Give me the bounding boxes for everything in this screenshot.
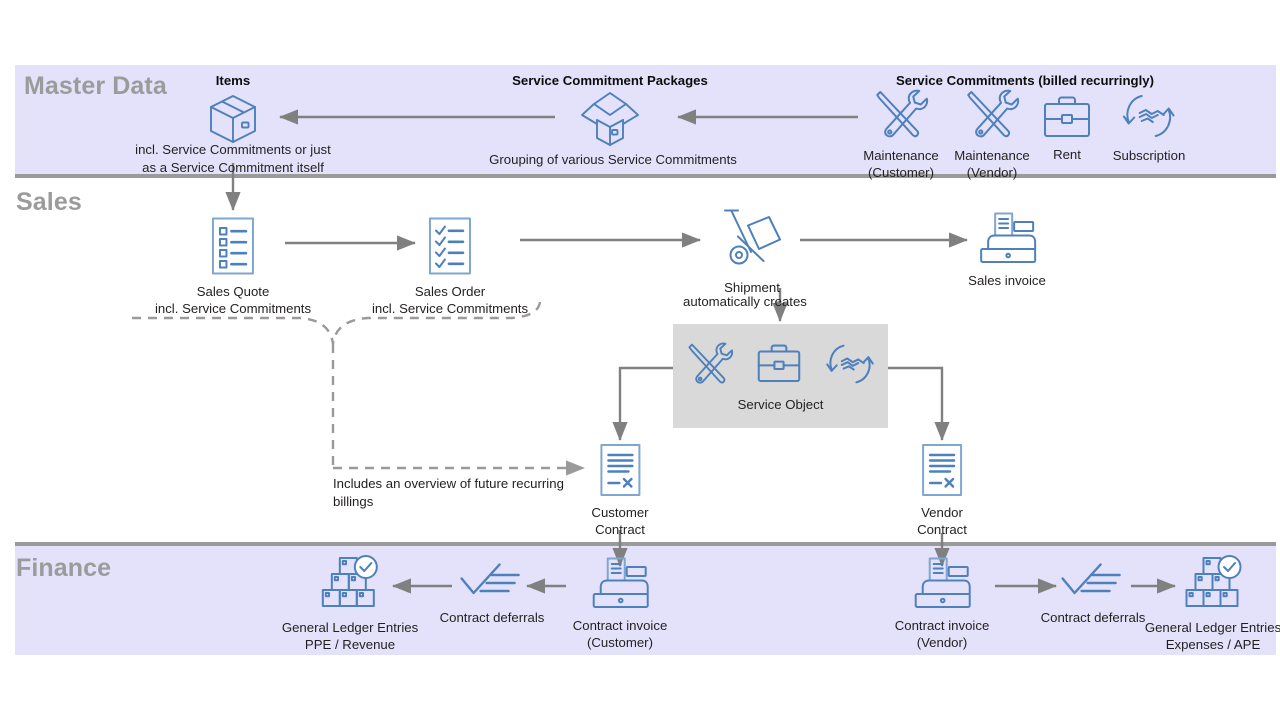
node-gl-entries-expenses: General Ledger Entries Expenses / APE <box>1141 554 1280 653</box>
annotation-automatically-creates: automatically creates <box>683 294 807 309</box>
checklist-check-icon <box>372 216 528 281</box>
tools-icon <box>686 341 734 391</box>
label-gl-entries-revenue: General Ledger Entries PPE / Revenue <box>281 620 419 653</box>
cash-register-icon <box>895 556 990 615</box>
node-gl-entries-revenue: General Ledger Entries PPE / Revenue <box>282 554 418 653</box>
service-object-icons <box>673 324 888 391</box>
label-subscription: Subscription <box>1112 148 1186 163</box>
band-rule-before-finance <box>15 542 1276 546</box>
hand-truck-icon <box>721 208 783 277</box>
band-title-master-data: Master Data <box>24 72 167 100</box>
contract-document-icon <box>917 443 967 502</box>
node-contract-invoice-vendor: Contract invoice (Vendor) <box>894 556 990 651</box>
node-subscription: Subscription <box>1112 92 1186 164</box>
label-vendor-contract: Vendor Contract <box>917 505 967 538</box>
cash-register-icon <box>573 556 668 615</box>
briefcase-icon <box>756 343 802 389</box>
header-items: Items <box>215 73 251 88</box>
label-rent: Rent <box>1053 147 1081 162</box>
label-gl-entries-expenses: General Ledger Entries Expenses / APE <box>1144 620 1280 653</box>
node-shipment: Shipment <box>721 208 783 296</box>
node-contract-deferrals-vendor: Contract deferrals <box>1040 562 1146 626</box>
label-maintenance-vendor: Maintenance (Vendor) <box>954 148 1030 181</box>
diagram-canvas: Master Data Sales Finance Items Service … <box>0 0 1280 720</box>
service-object-label: Service Object <box>737 397 824 412</box>
open-box-icon <box>579 90 641 153</box>
cash-register-icon <box>968 211 1046 270</box>
label-contract-invoice-vendor: Contract invoice (Vendor) <box>894 618 990 651</box>
node-rent: Rent <box>1042 95 1092 163</box>
briefcase-icon <box>1042 95 1092 144</box>
label-sales-quote: Sales Quote incl. Service Commitments <box>154 284 312 317</box>
node-sales-order: Sales Order incl. Service Commitments <box>372 216 528 317</box>
label-sales-order: Sales Order incl. Service Commitments <box>371 284 529 317</box>
header-service-commitment-packages: Service Commitment Packages <box>512 73 708 88</box>
node-contract-invoice-customer: Contract invoice (Customer) <box>572 556 668 651</box>
label-maintenance-customer: Maintenance (Customer) <box>863 148 939 181</box>
header-service-commitments: Service Commitments (billed recurringly) <box>896 73 1154 88</box>
ledger-blocks-icon <box>282 554 418 617</box>
checklist-square-icon <box>155 216 311 281</box>
node-maintenance-customer: Maintenance (Customer) <box>863 88 939 181</box>
node-sales-invoice: Sales invoice <box>968 211 1046 289</box>
node-sales-quote: Sales Quote incl. Service Commitments <box>155 216 311 317</box>
label-sales-invoice: Sales invoice <box>968 273 1046 288</box>
label-customer-contract: Customer Contract <box>591 505 649 538</box>
node-contract-deferrals-customer: Contract deferrals <box>439 562 545 626</box>
band-title-sales: Sales <box>16 188 82 216</box>
ledger-blocks-icon <box>1141 554 1280 617</box>
deferrals-check-icon <box>1041 562 1146 607</box>
subscription-cycle-icon <box>824 342 876 391</box>
note-service-commitment-packages: Grouping of various Service Commitments <box>489 152 737 167</box>
node-service-commitment-packages <box>579 90 641 153</box>
deferrals-check-icon <box>440 562 545 607</box>
subscription-cycle-icon <box>1113 92 1186 145</box>
service-object-box: Service Object <box>673 324 888 428</box>
label-contract-deferrals-vendor: Contract deferrals <box>1040 610 1146 625</box>
contract-document-icon <box>591 443 648 502</box>
label-contract-invoice-customer: Contract invoice (Customer) <box>572 618 668 651</box>
tools-icon <box>954 88 1030 145</box>
annotation-future-recurring-billings: Includes an overview of future recurring… <box>333 476 564 509</box>
note-items: incl. Service Commitments or just as a S… <box>135 142 331 175</box>
tools-icon <box>863 88 939 145</box>
node-maintenance-vendor: Maintenance (Vendor) <box>954 88 1030 181</box>
band-title-finance: Finance <box>16 554 112 582</box>
node-vendor-contract: Vendor Contract <box>917 443 967 538</box>
node-customer-contract: Customer Contract <box>591 443 649 538</box>
label-contract-deferrals-customer: Contract deferrals <box>439 610 545 625</box>
